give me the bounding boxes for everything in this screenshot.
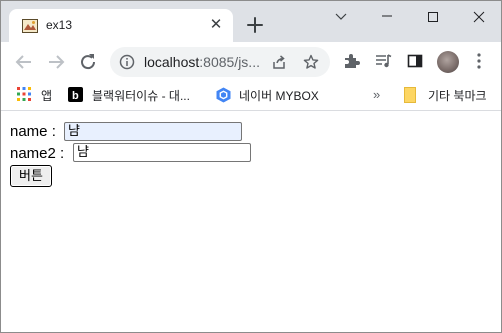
media-icon[interactable] — [374, 52, 392, 70]
name2-label: name2 : — [10, 145, 65, 162]
name2-row: name2 : — [10, 145, 64, 162]
bookmarks-overflow-chevron[interactable]: » — [373, 87, 380, 102]
favicon-icon — [22, 19, 38, 33]
name-row: name : — [10, 123, 56, 140]
bookmark-apps-label: 앱 — [41, 89, 53, 103]
info-icon[interactable] — [119, 54, 135, 75]
browser-toolbar: localhost:8085/js... — [1, 42, 501, 80]
tab-strip: ex13 ✕ — [1, 1, 501, 42]
apps-grid-icon — [17, 87, 31, 104]
star-icon[interactable] — [303, 54, 319, 75]
svg-text:b: b — [72, 90, 79, 102]
name-label: name : — [10, 123, 56, 140]
forward-arrow-icon[interactable] — [45, 51, 67, 73]
folder-icon — [404, 87, 416, 106]
bookmark-other-folder[interactable]: 기타 북마크 — [404, 86, 496, 104]
sidepanel-icon[interactable] — [406, 52, 424, 70]
browser-window: ex13 ✕ localhost:8085/js... 앱 b 블랙워터이슈 -… — [0, 0, 502, 333]
bookmark-apps[interactable]: 앱 — [17, 86, 57, 104]
blackwater-favicon-icon: b — [68, 87, 83, 105]
name2-input[interactable]: 냠 — [73, 143, 251, 162]
reload-icon[interactable] — [77, 51, 99, 73]
back-arrow-icon[interactable] — [13, 51, 35, 73]
bookmark-blackwater[interactable]: b 블랙워터이슈 - 대... — [68, 86, 203, 104]
url-host: localhost — [144, 54, 200, 70]
menu-icon[interactable] — [476, 52, 482, 75]
tab-title: ex13 — [46, 18, 73, 32]
address-bar[interactable]: localhost:8085/js... — [110, 47, 330, 77]
bookmark-mybox[interactable]: 네이버 MYBOX — [216, 86, 326, 104]
close-icon[interactable] — [456, 1, 501, 31]
name-input[interactable]: 냠 — [64, 122, 242, 141]
minimize-icon[interactable] — [364, 1, 410, 31]
chevron-down-icon[interactable] — [318, 1, 364, 31]
page-content: name : 냠 name2 : 냠 버튼 — [1, 111, 501, 332]
avatar[interactable] — [437, 51, 459, 73]
new-tab-icon[interactable] — [245, 15, 265, 35]
maximize-icon[interactable] — [410, 1, 456, 31]
url-path: :8085/js... — [199, 54, 260, 70]
tab-ex13[interactable]: ex13 ✕ — [9, 9, 233, 42]
bookmark-other-label: 기타 북마크 — [428, 89, 487, 103]
submit-button[interactable]: 버튼 — [10, 165, 52, 187]
mybox-hexagon-icon — [216, 87, 231, 106]
url-text: localhost:8085/js... — [144, 54, 260, 70]
bookmarks-bar: 앱 b 블랙워터이슈 - 대... 네이버 MYBOX » 기타 북마크 — [1, 80, 501, 111]
tab-close-icon[interactable]: ✕ — [208, 17, 224, 33]
bookmark-mybox-label: 네이버 MYBOX — [239, 89, 319, 103]
extensions-icon[interactable] — [342, 52, 360, 70]
bookmark-blackwater-label: 블랙워터이슈 - 대... — [92, 89, 190, 103]
share-icon[interactable] — [271, 54, 287, 75]
